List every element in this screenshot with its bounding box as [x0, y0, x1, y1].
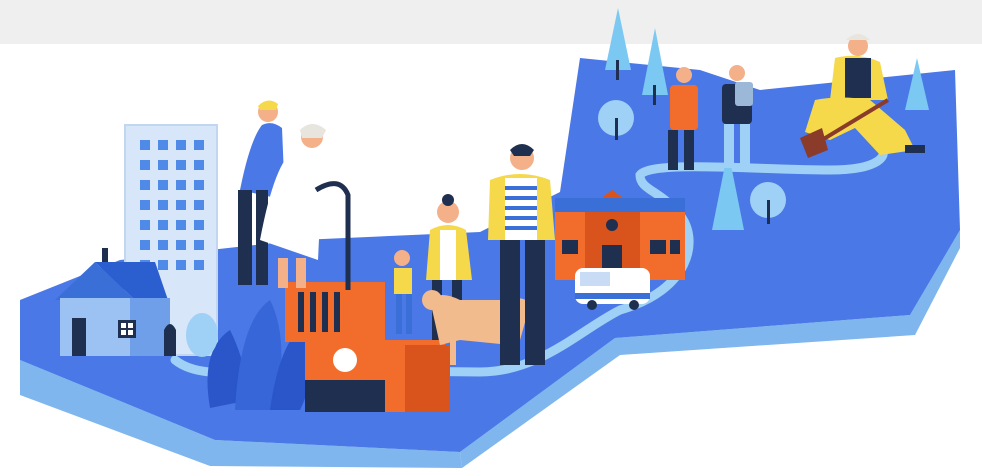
school-building: [555, 190, 685, 280]
city-illustration: [20, 8, 960, 468]
van: [575, 268, 650, 310]
